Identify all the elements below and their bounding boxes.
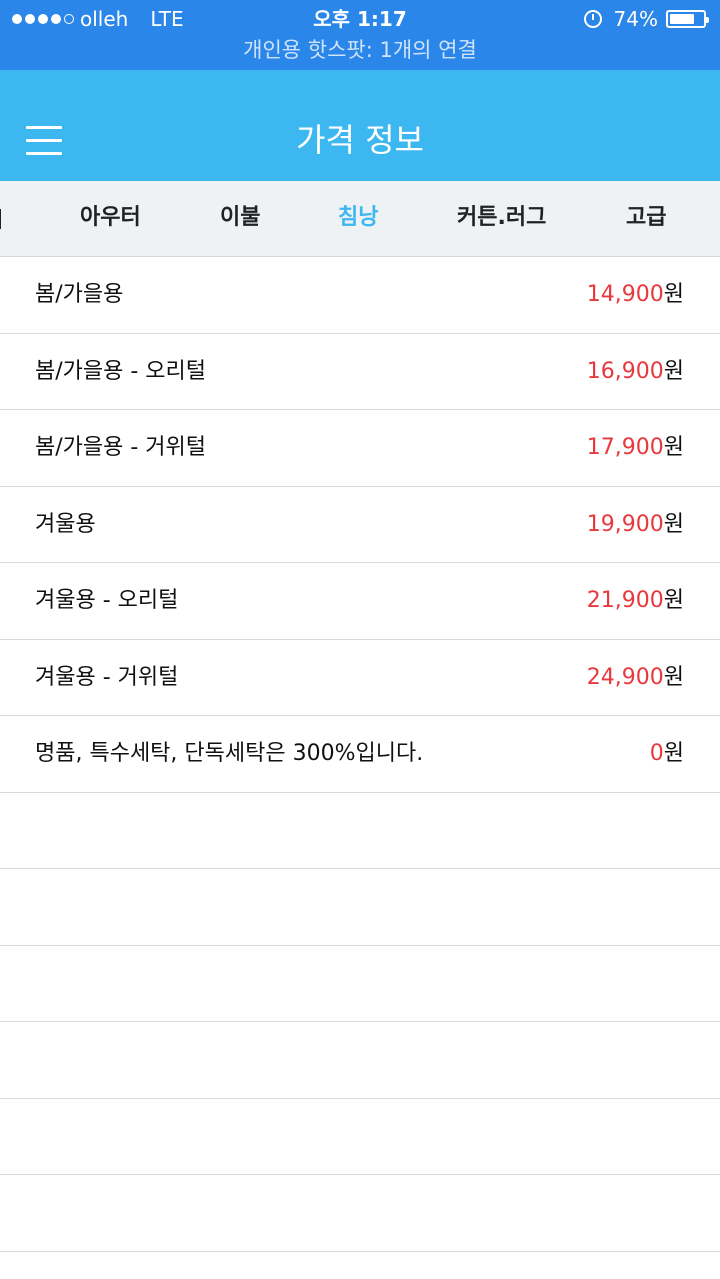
price-list: 봄/가을용 14,900원 봄/가을용 - 오리털 16,900원 봄/가을용 … <box>0 257 720 1252</box>
status-bar: olleh LTE 오후 1:17 74% 개인용 핫스팟: 1개의 연결 <box>0 0 720 70</box>
item-price: 17,900원 <box>586 435 684 460</box>
item-name: 봄/가을용 - 거위털 <box>35 435 207 460</box>
empty-row <box>0 793 720 869</box>
signal-strength-icon <box>12 14 74 24</box>
tab-blanket[interactable]: 이불 <box>220 181 260 257</box>
alarm-clock-icon <box>583 10 602 28</box>
item-price: 19,900원 <box>586 511 684 537</box>
nav-bar: 가격 정보 <box>0 70 720 181</box>
tab-outer[interactable]: 아우터 <box>80 181 141 257</box>
item-price: 21,900원 <box>586 588 684 613</box>
item-name: 겨울용 - 오리털 <box>35 588 179 613</box>
list-item[interactable]: 봄/가을용 - 거위털 17,900원 <box>0 410 720 487</box>
empty-row <box>0 869 720 946</box>
list-item[interactable]: 명품, 특수세탁, 단독세탁은 300%입니다. 0원 <box>0 716 720 793</box>
page-title: 가격 정보 <box>296 121 424 159</box>
tab-premium[interactable]: 고급 <box>626 181 666 257</box>
battery-percent: 74% <box>613 7 658 31</box>
category-tabs: 아우터 이불 침낭 커튼.러그 고급 <box>0 181 720 257</box>
tab-sleeping-bag[interactable]: 침낭 <box>338 181 378 257</box>
list-item[interactable]: 겨울용 - 거위털 24,900원 <box>0 640 720 716</box>
item-price: 16,900원 <box>586 358 684 384</box>
empty-row <box>0 1022 720 1099</box>
carrier-name: olleh <box>80 7 129 31</box>
list-item[interactable]: 겨울용 - 오리털 21,900원 <box>0 563 720 640</box>
item-name: 겨울용 <box>35 511 96 537</box>
hotspot-banner[interactable]: 개인용 핫스팟: 1개의 연결 <box>0 36 720 64</box>
item-name: 겨울용 - 거위털 <box>35 664 179 690</box>
empty-row <box>0 946 720 1022</box>
battery-icon <box>666 10 709 28</box>
list-item[interactable]: 봄/가을용 - 오리털 16,900원 <box>0 334 720 410</box>
tab-curtain-rug[interactable]: 커튼.러그 <box>457 181 546 257</box>
list-item[interactable]: 겨울용 19,900원 <box>0 487 720 563</box>
item-name: 명품, 특수세탁, 단독세탁은 300%입니다. <box>35 741 424 766</box>
tab-partial-offscreen[interactable] <box>0 209 1 229</box>
item-price: 14,900원 <box>586 282 684 307</box>
item-name: 봄/가을용 <box>35 282 124 307</box>
item-price: 0원 <box>649 741 684 766</box>
network-type: LTE <box>150 7 184 31</box>
empty-row <box>0 1175 720 1252</box>
list-item[interactable]: 봄/가을용 14,900원 <box>0 257 720 334</box>
item-name: 봄/가을용 - 오리털 <box>35 358 207 384</box>
empty-row <box>0 1099 720 1175</box>
item-price: 24,900원 <box>586 664 684 690</box>
